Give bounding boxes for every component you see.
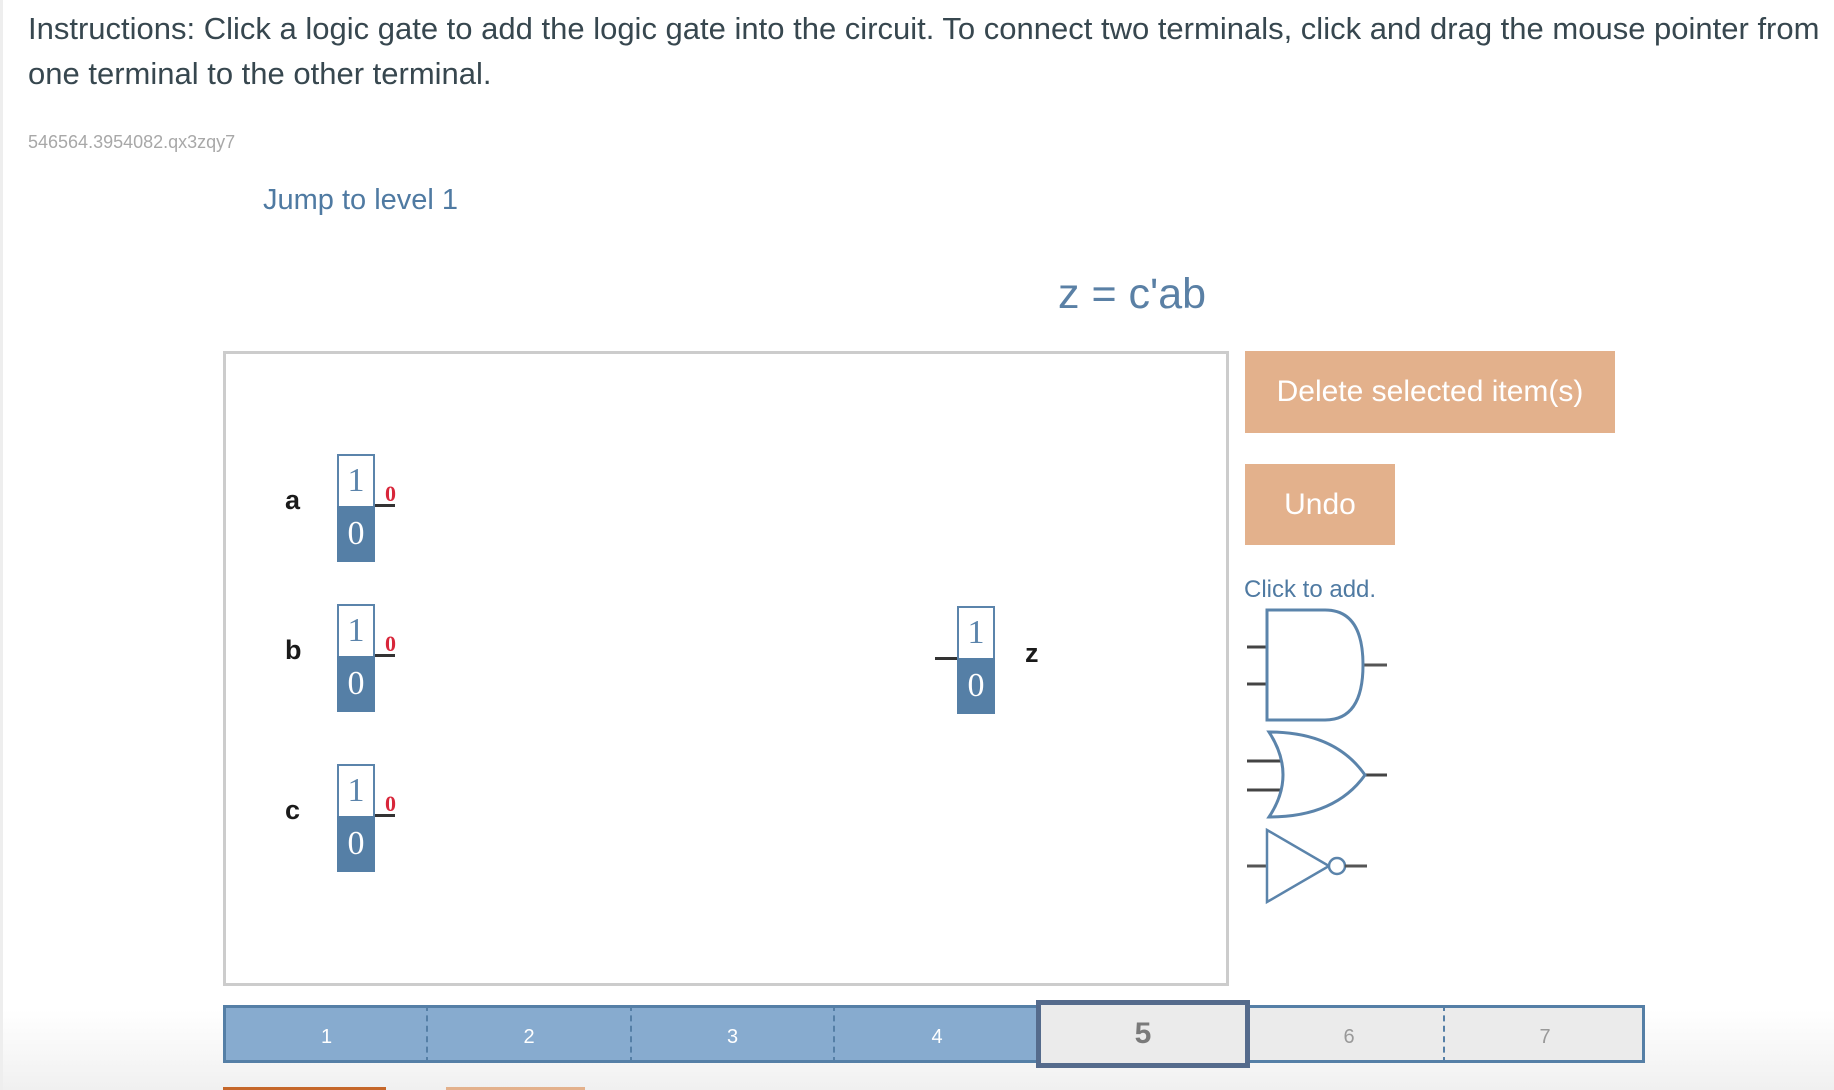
undo-button[interactable]: Undo bbox=[1245, 464, 1395, 545]
or-gate-button[interactable] bbox=[1245, 728, 1390, 827]
level-separator bbox=[833, 1005, 835, 1063]
switch-low[interactable]: 0 bbox=[337, 506, 375, 562]
level-7[interactable]: 7 bbox=[1448, 1005, 1645, 1063]
level-1[interactable]: 1 bbox=[223, 1005, 427, 1063]
level-3[interactable]: 3 bbox=[631, 1005, 834, 1063]
not-gate-icon bbox=[1247, 827, 1367, 905]
terminal-c[interactable] bbox=[375, 814, 395, 817]
switch-high[interactable]: 1 bbox=[337, 604, 375, 658]
display-low: 0 bbox=[957, 658, 995, 714]
delete-selected-button[interactable]: Delete selected item(s) bbox=[1245, 351, 1615, 433]
not-gate-button[interactable] bbox=[1245, 826, 1390, 911]
terminal-a[interactable] bbox=[375, 504, 395, 507]
level-4[interactable]: 4 bbox=[834, 1005, 1040, 1063]
output-label-z: z bbox=[1025, 638, 1039, 668]
terminal-b[interactable] bbox=[375, 654, 395, 657]
jump-to-level-link[interactable]: Jump to level 1 bbox=[263, 184, 458, 217]
and-gate-button[interactable] bbox=[1245, 606, 1390, 729]
switch-high[interactable]: 1 bbox=[337, 454, 375, 508]
level-separator bbox=[1443, 1005, 1445, 1063]
output-display-z: 1 0 bbox=[957, 606, 995, 714]
level-separator bbox=[630, 1005, 632, 1063]
terminal-z[interactable] bbox=[935, 657, 957, 660]
input-label-b: b bbox=[285, 635, 302, 665]
palette-label: Click to add. bbox=[1244, 576, 1377, 603]
page-left-border bbox=[0, 0, 3, 1090]
input-label-c: c bbox=[285, 795, 301, 825]
input-switch-a[interactable]: 1 0 bbox=[337, 454, 375, 562]
circuit-canvas[interactable]: a 1 0 0 b 1 0 0 c 1 0 0 1 0 z bbox=[223, 351, 1229, 986]
instructions-text: Instructions: Click a logic gate to add … bbox=[28, 11, 1820, 91]
input-switch-c[interactable]: 1 0 bbox=[337, 764, 375, 872]
level-5-current[interactable]: 5 bbox=[1036, 1000, 1250, 1068]
level-progress-bar: 1 2 3 4 5 6 7 bbox=[223, 1000, 1645, 1068]
level-separator bbox=[426, 1005, 428, 1063]
input-switch-b[interactable]: 1 0 bbox=[337, 604, 375, 712]
or-gate-icon bbox=[1247, 730, 1387, 819]
puzzle-id: 546564.3954082.qx3zqy7 bbox=[28, 132, 236, 152]
switch-high[interactable]: 1 bbox=[337, 764, 375, 818]
input-label-a: a bbox=[285, 485, 301, 515]
switch-low[interactable]: 0 bbox=[337, 816, 375, 872]
display-high: 1 bbox=[957, 606, 995, 660]
and-gate-icon bbox=[1247, 608, 1387, 722]
switch-low[interactable]: 0 bbox=[337, 656, 375, 712]
level-2[interactable]: 2 bbox=[427, 1005, 631, 1063]
level-6[interactable]: 6 bbox=[1250, 1005, 1448, 1063]
target-expression: z = c'ab bbox=[1058, 270, 1207, 318]
